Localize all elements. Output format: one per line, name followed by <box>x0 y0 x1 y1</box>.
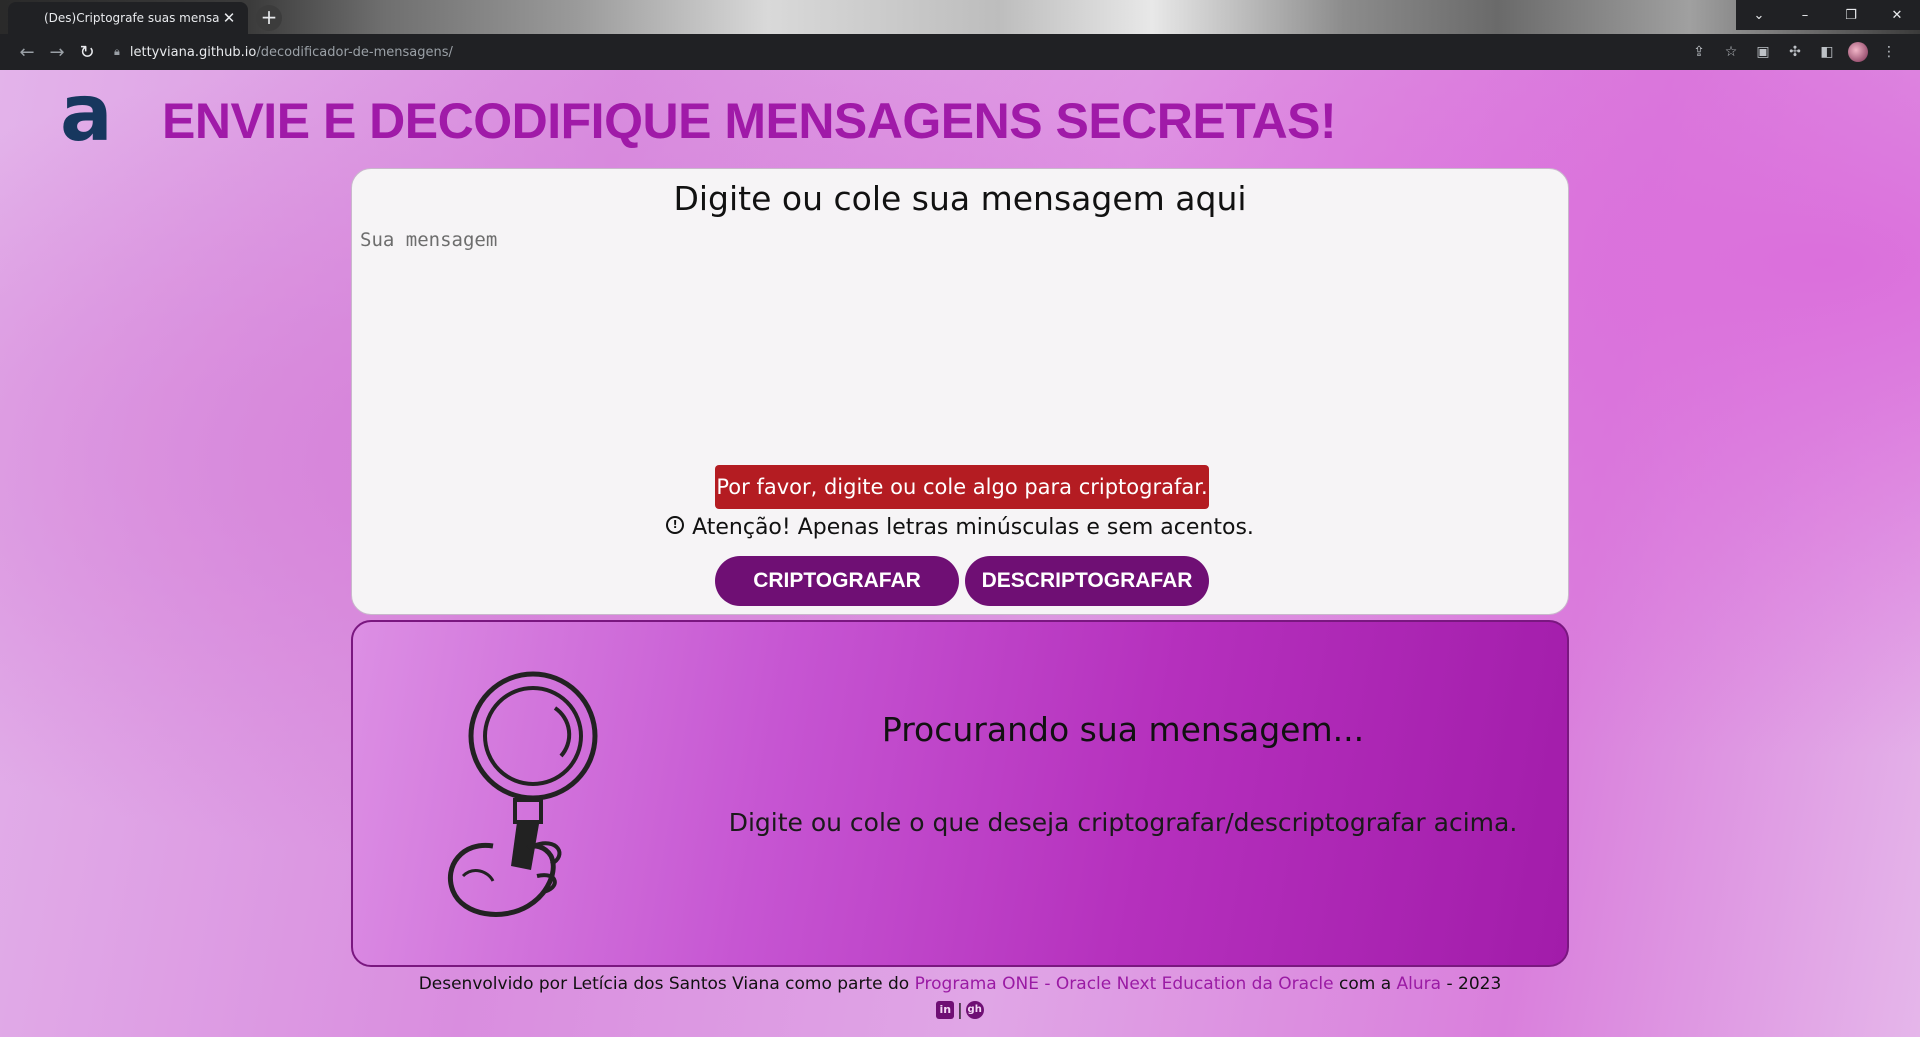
input-card: Digite ou cole sua mensagem aqui Por fav… <box>351 168 1569 615</box>
window-controls: ⌄ – ❐ ✕ <box>1736 0 1920 30</box>
url-path: /decodificador-de-mensagens/ <box>256 44 453 60</box>
kebab-menu-icon[interactable]: ⋮ <box>1878 41 1900 63</box>
page-title: ENVIE E DECODIFIQUE MENSAGENS SECRETAS! <box>162 93 1337 149</box>
magnifier-hand-icon <box>447 671 598 917</box>
extensions-puzzle-icon[interactable]: ✣ <box>1784 41 1806 63</box>
footer-separator: | <box>957 1000 963 1019</box>
tab-close-icon[interactable]: ✕ <box>220 9 238 27</box>
output-card: Procurando sua mensagem... Digite ou col… <box>351 620 1569 967</box>
new-tab-button[interactable]: + <box>256 5 282 31</box>
side-panel-icon[interactable]: ◧ <box>1816 41 1838 63</box>
footer-social: in | gh <box>0 1000 1920 1019</box>
share-icon[interactable]: ⇪ <box>1688 41 1710 63</box>
input-heading: Digite ou cole sua mensagem aqui <box>673 179 1247 218</box>
footer-credits: Desenvolvido por Letícia dos Santos Vian… <box>0 974 1920 994</box>
oracle-one-link[interactable]: Programa ONE - Oracle Next Education da … <box>915 974 1334 994</box>
reload-icon[interactable]: ↻ <box>72 37 102 67</box>
toolbar-icons: ⇪ ☆ ▣ ✣ ◧ ⋮ <box>1688 41 1900 63</box>
github-icon[interactable]: gh <box>965 1000 984 1019</box>
tab-search-button[interactable]: ⌄ <box>1736 0 1782 30</box>
extension-p-icon[interactable]: ▣ <box>1752 41 1774 63</box>
output-text: Digite ou cole o que deseja criptografar… <box>728 808 1518 837</box>
action-buttons: CRIPTOGRAFAR DESCRIPTOGRAFAR <box>715 556 1209 606</box>
lock-icon: 🔒︎ <box>114 45 120 58</box>
message-input[interactable] <box>360 229 1558 429</box>
warning-text: Atenção! Apenas letras minúsculas e sem … <box>692 515 1254 540</box>
linkedin-icon[interactable]: in <box>936 1000 955 1019</box>
footer-prefix: Desenvolvido por Letícia dos Santos Vian… <box>418 974 915 994</box>
error-message: Por favor, digite ou cole algo para crip… <box>715 465 1209 509</box>
decrypt-button[interactable]: DESCRIPTOGRAFAR <box>965 556 1209 606</box>
forward-arrow-icon[interactable]: → <box>42 37 72 67</box>
alura-logo: a <box>60 70 113 159</box>
bookmark-star-icon[interactable]: ☆ <box>1720 41 1742 63</box>
url-host: lettyviana.github.io <box>129 44 257 60</box>
profile-avatar[interactable] <box>1848 42 1868 62</box>
encrypt-button[interactable]: CRIPTOGRAFAR <box>715 556 959 606</box>
browser-tab-strip: (Des)Criptografe suas mensagen ✕ + ⌄ – ❐… <box>0 0 1920 34</box>
output-title: Procurando sua mensagem... <box>881 710 1365 749</box>
browser-toolbar: ← → ↻ 🔒︎ lettyviana.github.io/decodifica… <box>0 34 1920 70</box>
address-bar[interactable]: 🔒︎ lettyviana.github.io/decodificador-de… <box>114 38 1688 66</box>
back-arrow-icon[interactable]: ← <box>12 37 42 67</box>
tab-title: (Des)Criptografe suas mensagen <box>44 11 220 25</box>
page: a ENVIE E DECODIFIQUE MENSAGENS SECRETAS… <box>0 70 1920 1037</box>
warning-note: ! Atenção! Apenas letras minúsculas e se… <box>352 515 1568 540</box>
minimize-button[interactable]: – <box>1782 0 1828 30</box>
alura-link[interactable]: Alura <box>1397 974 1442 994</box>
restore-button[interactable]: ❐ <box>1828 0 1874 30</box>
footer-suffix: - 2023 <box>1441 974 1502 994</box>
exclamation-circle-icon: ! <box>666 515 685 534</box>
browser-tab-active[interactable]: (Des)Criptografe suas mensagen ✕ <box>8 2 248 34</box>
close-window-button[interactable]: ✕ <box>1874 0 1920 30</box>
footer-middle: com a <box>1333 974 1397 994</box>
